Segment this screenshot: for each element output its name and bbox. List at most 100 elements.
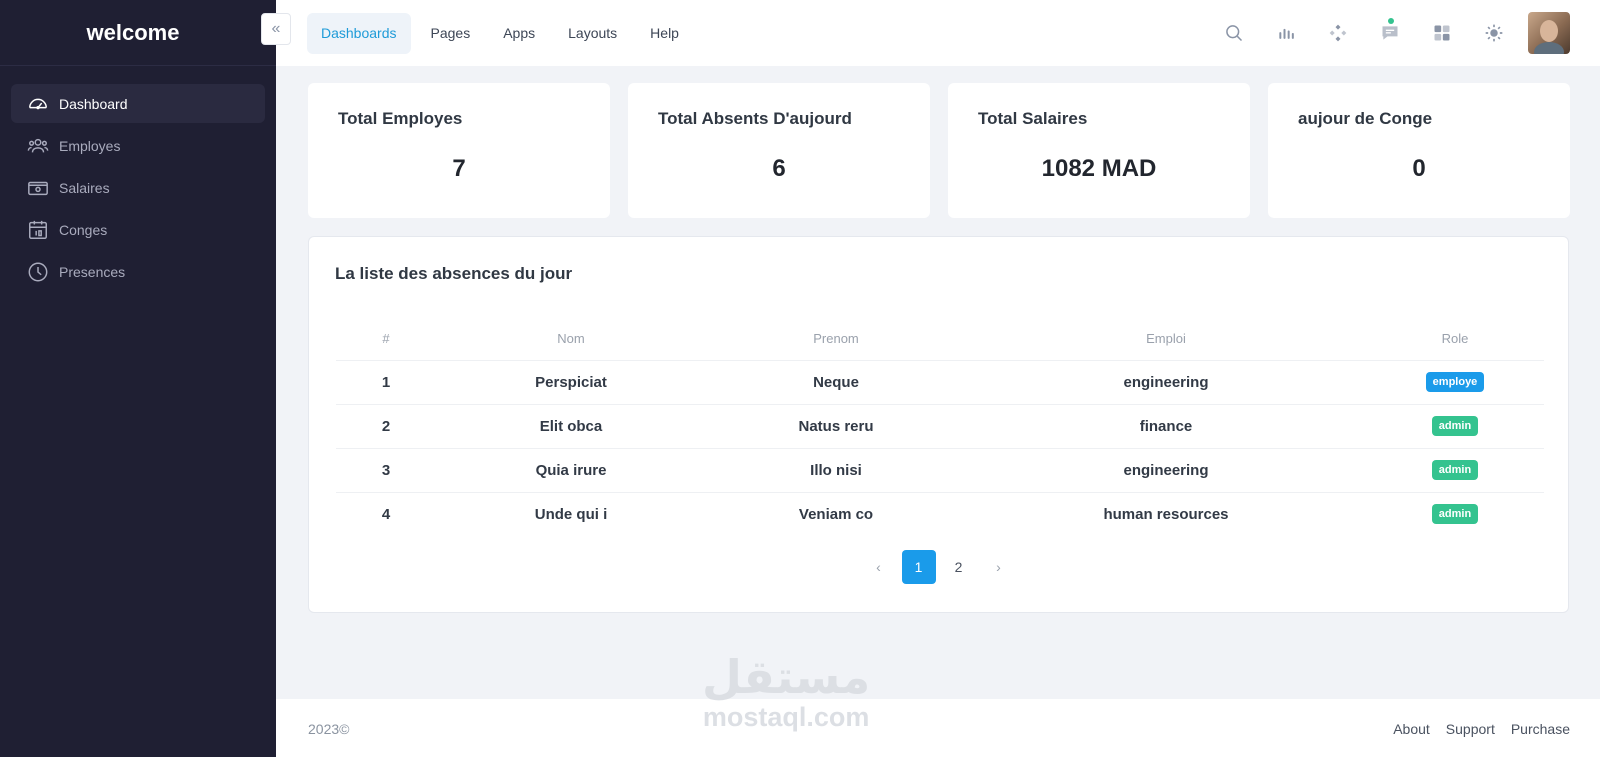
sidebar-item-label: Conges xyxy=(59,221,108,238)
column-header-num: # xyxy=(336,318,436,361)
watermark: مستقل mostaql.com xyxy=(702,652,870,732)
sidebar: welcome Dashboard Employes Salaires Cong… xyxy=(0,0,276,757)
stat-label: Total Salaires xyxy=(978,109,1088,128)
menu-layouts[interactable]: Layouts xyxy=(555,13,630,54)
stat-value: 7 xyxy=(452,155,466,182)
sidebar-item-dashboard[interactable]: Dashboard xyxy=(11,84,265,123)
footer: 2023© About Support Purchase xyxy=(276,699,1600,757)
cell-num: 3 xyxy=(336,448,436,493)
absences-panel: La liste des absences du jour # Nom Pren… xyxy=(308,236,1569,613)
cell-emploi: engineering xyxy=(966,360,1366,405)
column-header-prenom: Prenom xyxy=(706,318,966,361)
menu-dashboards[interactable]: Dashboards xyxy=(307,12,411,54)
stat-value: 0 xyxy=(1412,155,1426,182)
theme-toggle-button[interactable] xyxy=(1468,13,1520,53)
cell-prenom: Neque xyxy=(706,360,966,405)
sidebar-item-salaires[interactable]: Salaires xyxy=(11,168,265,207)
footer-link-about[interactable]: About xyxy=(1393,721,1430,737)
apps-grid-icon xyxy=(1434,25,1450,41)
apps-button[interactable] xyxy=(1416,13,1468,53)
cell-prenom: Natus reru xyxy=(706,404,966,449)
cell-role: admin xyxy=(1366,404,1544,449)
footer-link-purchase[interactable]: Purchase xyxy=(1511,721,1570,737)
brand-title: welcome xyxy=(86,19,180,45)
pagination-next-button[interactable]: › xyxy=(982,550,1016,584)
menu-help[interactable]: Help xyxy=(637,13,692,54)
cell-prenom: Veniam co xyxy=(798,505,874,523)
menu-apps[interactable]: Apps xyxy=(490,13,548,54)
column-header-role: Role xyxy=(1366,318,1544,361)
role-badge: admin xyxy=(1431,460,1479,480)
notification-dot xyxy=(1388,18,1394,24)
menu-pages[interactable]: Pages xyxy=(418,13,484,54)
column-header-emploi: Emploi xyxy=(966,318,1366,361)
table-row: 4 Unde qui i Veniam co human resources a… xyxy=(336,492,1544,536)
footer-links: About Support Purchase xyxy=(1377,721,1570,737)
sun-icon xyxy=(1485,24,1503,42)
header-icons xyxy=(1208,0,1600,66)
cell-prenom: Illo nisi xyxy=(706,448,966,493)
absences-table: # Nom Prenom Emploi Role 1 Perspiciat Ne… xyxy=(336,318,1544,536)
cell-emploi: engineering xyxy=(966,448,1366,493)
stat-value: 6 xyxy=(772,155,786,182)
table-row: 2 Elit obca Natus reru finance admin xyxy=(336,404,1544,449)
sidebar-collapse-button[interactable]: « xyxy=(261,13,291,45)
sidebar-item-label: Presences xyxy=(59,263,126,280)
cell-nom: Unde qui i xyxy=(534,505,608,523)
role-badge: employe xyxy=(1425,372,1485,392)
sidebar-item-label: Dashboard xyxy=(59,95,128,112)
table-row: 3 Quia irure Illo nisi engineering admin xyxy=(336,448,1544,493)
double-chevron-left-icon: « xyxy=(271,20,281,37)
users-icon xyxy=(27,138,49,152)
stat-label: aujour de Conge xyxy=(1298,109,1433,128)
stat-value: 1082 MAD xyxy=(1041,155,1157,182)
column-header-nom: Nom xyxy=(436,318,706,361)
sidebar-nav: Dashboard Employes Salaires Conges Prese… xyxy=(0,66,276,291)
avatar[interactable] xyxy=(1528,12,1570,54)
role-badge: admin xyxy=(1431,416,1479,436)
table-header-row: # Nom Prenom Emploi Role xyxy=(336,318,1544,361)
stat-card-absents: Total Absents D'aujourd 6 xyxy=(628,83,930,218)
copyright: 2023© xyxy=(308,721,350,737)
cell-nom: Quia irure xyxy=(436,448,706,493)
stat-label: Total Absents D'aujourd xyxy=(658,109,852,128)
panel-title: La liste des absences du jour xyxy=(335,264,573,283)
sidebar-item-employes[interactable]: Employes xyxy=(11,126,265,165)
cell-emploi: human resources xyxy=(1103,505,1229,523)
sidebar-item-presences[interactable]: Presences xyxy=(11,252,265,291)
cell-role: employe xyxy=(1366,360,1544,405)
chat-icon xyxy=(1382,26,1398,40)
brand: welcome xyxy=(0,0,276,66)
pagination-page-2[interactable]: 2 xyxy=(942,550,976,584)
pagination-prev-button[interactable]: ‹ xyxy=(862,550,896,584)
watermark-latin: mostaql.com xyxy=(702,702,870,732)
cell-emploi: finance xyxy=(966,404,1366,449)
calendar-icon xyxy=(29,220,47,239)
cell-role: admin xyxy=(1366,448,1544,493)
sidebar-item-label: Employes xyxy=(59,137,121,154)
gauge-icon xyxy=(29,98,47,109)
components-button[interactable] xyxy=(1312,13,1364,53)
cell-nom: Perspiciat xyxy=(436,360,706,405)
table-row: 1 Perspiciat Neque engineering employe xyxy=(336,360,1544,405)
bar-chart-icon xyxy=(1279,28,1294,39)
watermark-arabic: مستقل xyxy=(702,650,871,704)
cell-num: 4 xyxy=(381,505,391,523)
cell-nom: Elit obca xyxy=(436,404,706,449)
top-header: Dashboards Pages Apps Layouts Help xyxy=(276,0,1600,66)
stat-card-employes: Total Employes 7 xyxy=(308,83,610,218)
pagination-page-1[interactable]: 1 xyxy=(901,550,936,584)
stats-cards: Total Employes 7 Total Absents D'aujourd… xyxy=(308,83,1570,218)
cell-num: 2 xyxy=(336,404,436,449)
stats-button[interactable] xyxy=(1260,13,1312,53)
cell-num: 1 xyxy=(336,360,436,405)
footer-link-support[interactable]: Support xyxy=(1446,721,1495,737)
cell-role: admin xyxy=(1366,492,1544,536)
sidebar-item-conges[interactable]: Conges xyxy=(11,210,265,249)
stat-card-conge: aujour de Conge 0 xyxy=(1268,83,1570,218)
diamond-grid-icon xyxy=(1329,24,1347,42)
search-button[interactable] xyxy=(1208,13,1260,53)
sidebar-item-label: Salaires xyxy=(59,179,110,196)
messages-button[interactable] xyxy=(1364,13,1416,53)
role-badge: admin xyxy=(1431,504,1479,525)
